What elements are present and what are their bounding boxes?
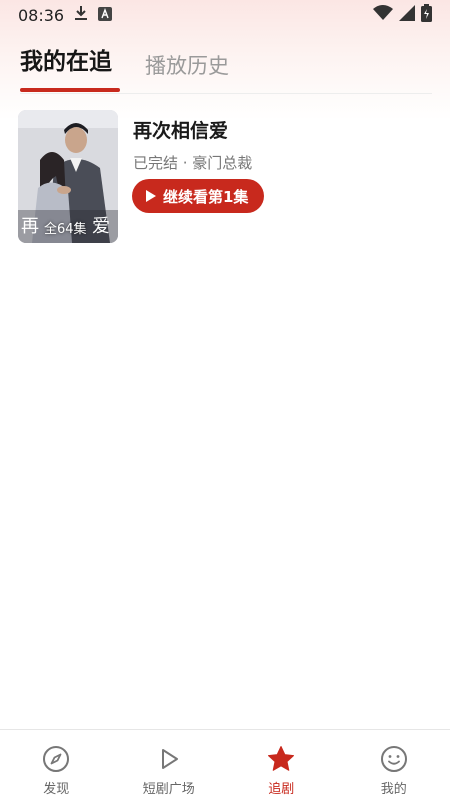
compass-icon — [43, 746, 70, 772]
status-time: 08:36 — [18, 5, 65, 25]
smile-icon — [380, 746, 407, 772]
nav-mine-label: 我的 — [380, 782, 407, 797]
continue-watching-label: 继续看第1集 — [163, 187, 249, 206]
a-notification-icon — [98, 6, 113, 25]
tab-following[interactable]: 我的在追 — [20, 44, 112, 80]
download-icon — [74, 5, 88, 25]
nav-discover-label: 发现 — [43, 782, 70, 797]
battery-icon — [421, 4, 432, 26]
svg-text:爱: 爱 — [92, 216, 110, 237]
bottom-nav: 发现 短剧广场 追剧 我的 — [0, 729, 450, 800]
nav-following-label: 追剧 — [268, 782, 295, 797]
episode-count-badge: 全64集 — [44, 222, 87, 237]
status-bar: 08:36 — [0, 0, 450, 30]
signal-icon — [399, 5, 415, 25]
drama-card[interactable]: 再 爱 全64集 再次相信爱 已完结 · 豪门总裁 继续看第1集 — [18, 110, 432, 243]
nav-drama-square-label: 短剧广场 — [142, 782, 195, 797]
star-icon — [268, 746, 295, 771]
nav-drama-square[interactable]: 短剧广场 — [113, 730, 226, 800]
continue-watching-button[interactable]: 继续看第1集 — [132, 179, 265, 213]
nav-following[interactable]: 追剧 — [225, 730, 338, 800]
active-tab-indicator — [20, 88, 120, 92]
nav-mine[interactable]: 我的 — [338, 730, 450, 800]
drama-meta: 已完结 · 豪门总裁 — [133, 154, 253, 172]
tab-bar: 我的在追 播放历史 — [20, 44, 432, 94]
wifi-icon — [373, 5, 393, 25]
play-outline-icon — [161, 749, 178, 769]
play-icon — [146, 190, 156, 202]
svg-text:再: 再 — [21, 216, 39, 237]
drama-title[interactable]: 再次相信爱 — [133, 116, 228, 143]
tab-history[interactable]: 播放历史 — [145, 48, 229, 84]
drama-poster[interactable]: 再 爱 全64集 — [18, 110, 118, 243]
nav-discover[interactable]: 发现 — [0, 730, 113, 800]
